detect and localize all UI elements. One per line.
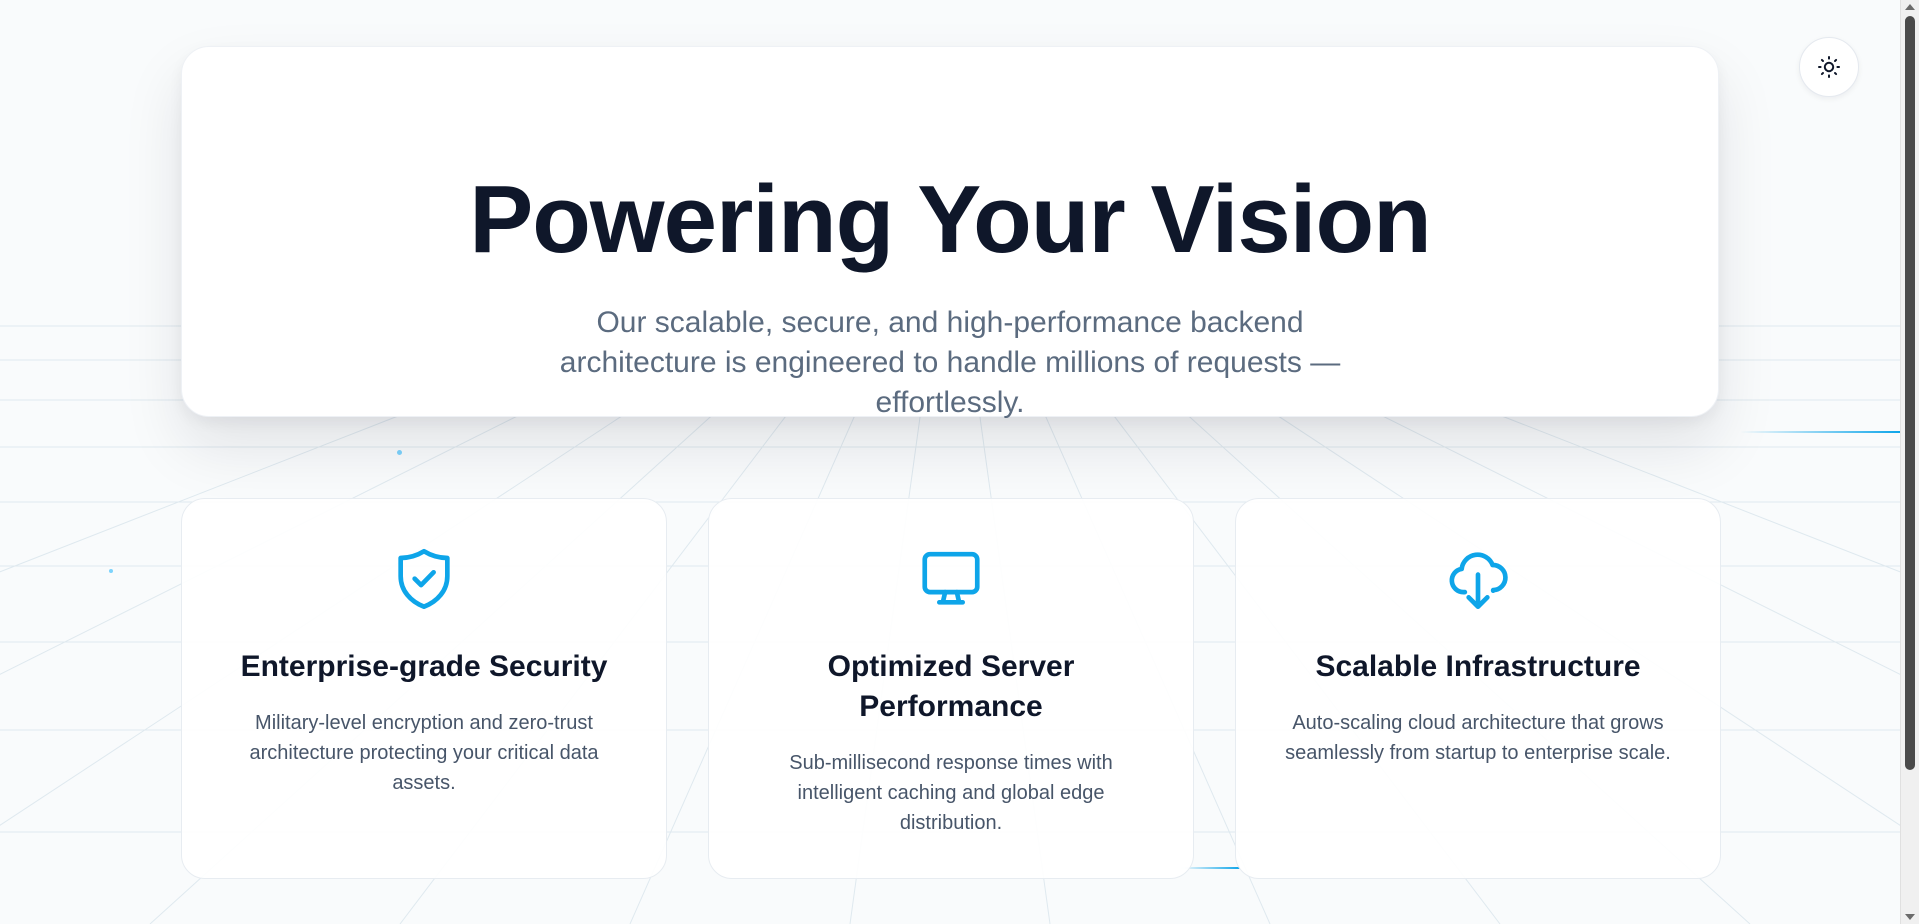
hero-title: Powering Your Vision xyxy=(469,166,1432,273)
feature-card-infrastructure: Scalable Infrastructure Auto-scaling clo… xyxy=(1235,498,1721,879)
theme-toggle-button[interactable] xyxy=(1799,37,1859,97)
scroll-down-arrow-icon[interactable] xyxy=(1905,914,1915,920)
accent-streak xyxy=(1740,431,1900,433)
feature-description: Military-level encryption and zero-trust… xyxy=(249,712,599,794)
decorative-dot xyxy=(397,450,402,455)
feature-title: Scalable Infrastructure xyxy=(1315,650,1641,683)
monitor-icon xyxy=(915,543,987,615)
feature-description: Sub-millisecond response times with inte… xyxy=(789,752,1113,834)
decorative-dot xyxy=(109,569,113,573)
cloud-download-icon xyxy=(1442,543,1514,615)
feature-description: Auto-scaling cloud architecture that gro… xyxy=(1285,712,1671,764)
page: Powering Your Vision Our scalable, secur… xyxy=(0,0,1919,924)
shield-check-icon xyxy=(388,543,460,615)
feature-title: Enterprise-grade Security xyxy=(240,650,608,683)
hero-subtitle: Our scalable, secure, and high-performan… xyxy=(559,306,1341,419)
hero-card: Powering Your Vision Our scalable, secur… xyxy=(181,46,1719,419)
feature-card-performance: Optimized Server Performance Sub-millise… xyxy=(708,498,1194,879)
scrollbar-thumb[interactable] xyxy=(1905,16,1915,770)
sun-icon xyxy=(1818,56,1840,78)
feature-title: Optimized Server Performance xyxy=(827,650,1075,723)
feature-card-security: Enterprise-grade Security Military-level… xyxy=(181,498,667,879)
scroll-up-arrow-icon[interactable] xyxy=(1905,4,1915,10)
vertical-scrollbar[interactable] xyxy=(1900,0,1919,924)
